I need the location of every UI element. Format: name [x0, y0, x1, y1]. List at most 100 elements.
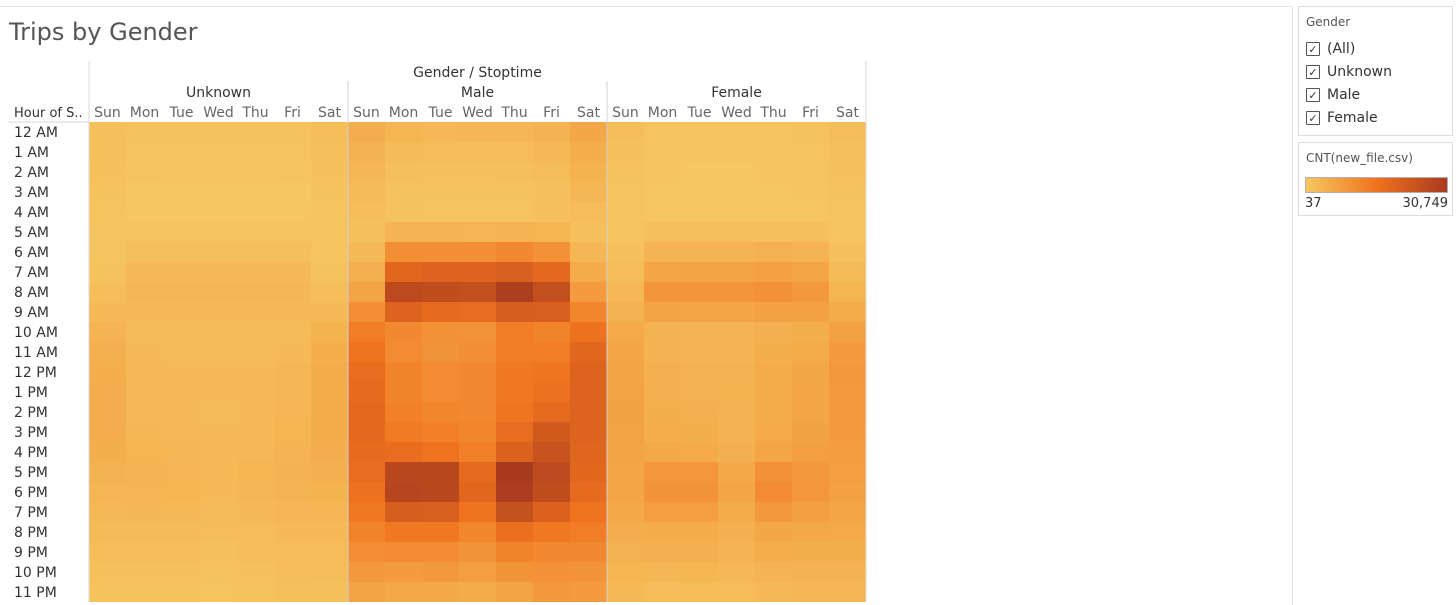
heatmap-cell — [681, 562, 718, 582]
heatmap-cell — [89, 502, 126, 522]
heatmap-cell — [274, 582, 311, 602]
heatmap-cell — [829, 422, 866, 442]
heatmap-cell — [200, 462, 237, 482]
heatmap-cell — [89, 302, 126, 322]
heatmap-cell — [755, 242, 792, 262]
heatmap-cell — [163, 222, 200, 242]
heatmap-cell — [792, 122, 829, 142]
heatmap-cell — [237, 402, 274, 422]
heatmap-cell — [718, 202, 755, 222]
heatmap-cell — [348, 502, 385, 522]
heatmap-cell — [570, 202, 607, 222]
heatmap-cell — [459, 502, 496, 522]
heatmap-cell — [755, 442, 792, 462]
checkbox-checked-icon[interactable]: ✓ — [1306, 65, 1320, 79]
heatmap-cell — [533, 582, 570, 602]
heatmap-cell — [200, 162, 237, 182]
heatmap-cell — [311, 222, 348, 242]
checkbox-checked-icon[interactable]: ✓ — [1306, 88, 1320, 102]
filter-item-male[interactable]: ✓ Male — [1306, 85, 1360, 105]
heatmap-cell — [533, 242, 570, 262]
heatmap-cell — [607, 302, 644, 322]
heatmap-cell — [200, 442, 237, 462]
heatmap-cell — [200, 542, 237, 562]
heatmap-cell — [237, 542, 274, 562]
heatmap-cell — [385, 342, 422, 362]
heatmap-cell — [459, 562, 496, 582]
hour-row-label: 9 PM — [14, 545, 48, 561]
heatmap-cell — [89, 442, 126, 462]
heatmap-cell — [644, 162, 681, 182]
heatmap-cell — [792, 482, 829, 502]
heatmap-cell — [496, 242, 533, 262]
heatmap-cell — [755, 162, 792, 182]
heatmap-cell — [459, 462, 496, 482]
heatmap-cell — [718, 442, 755, 462]
heatmap-cell — [792, 362, 829, 382]
heatmap-cell — [607, 502, 644, 522]
heatmap-cell — [348, 402, 385, 422]
heatmap-cell — [533, 522, 570, 542]
hour-row-label: 2 AM — [14, 165, 49, 181]
heatmap-cell — [792, 522, 829, 542]
heatmap-cell — [496, 322, 533, 342]
heatmap-cell — [385, 182, 422, 202]
heatmap-cell — [792, 402, 829, 422]
heatmap-cell — [644, 142, 681, 162]
heatmap-cell — [607, 142, 644, 162]
day-column-label: Sat — [577, 105, 600, 121]
heatmap-cell — [348, 342, 385, 362]
heatmap-cell — [570, 462, 607, 482]
day-column-label: Sun — [94, 105, 121, 121]
heatmap-cell — [496, 182, 533, 202]
heatmap-cell — [607, 402, 644, 422]
heatmap-cell — [459, 362, 496, 382]
heatmap-cell — [274, 342, 311, 362]
heatmap-cell — [681, 542, 718, 562]
heatmap-cell — [570, 322, 607, 342]
heatmap-cell — [533, 282, 570, 302]
heatmap-cell — [607, 562, 644, 582]
heatmap-cell — [200, 422, 237, 442]
checkbox-checked-icon[interactable]: ✓ — [1306, 111, 1320, 125]
heatmap-cell — [829, 542, 866, 562]
heatmap-cell — [348, 382, 385, 402]
hour-row-label: 3 PM — [14, 425, 48, 441]
hour-row-label: 3 AM — [14, 185, 49, 201]
heatmap-cell — [681, 442, 718, 462]
checkbox-checked-icon[interactable]: ✓ — [1306, 42, 1320, 56]
group-header-label: Female — [711, 85, 762, 101]
heatmap-cell — [89, 222, 126, 242]
heatmap-cell — [89, 282, 126, 302]
filter-item-female[interactable]: ✓ Female — [1306, 108, 1378, 128]
heatmap-cell — [163, 562, 200, 582]
heatmap-cell — [348, 442, 385, 462]
heatmap-cell — [274, 542, 311, 562]
heatmap-cell — [126, 262, 163, 282]
heatmap-cell — [385, 142, 422, 162]
heatmap-cell — [348, 122, 385, 142]
heatmap-cell — [459, 442, 496, 462]
filter-item-unknown[interactable]: ✓ Unknown — [1306, 62, 1392, 82]
filter-item-all[interactable]: ✓ (All) — [1306, 39, 1355, 59]
heatmap-cell — [607, 482, 644, 502]
heatmap-cell — [274, 162, 311, 182]
heatmap-cell — [200, 322, 237, 342]
hour-row-label: 6 PM — [14, 485, 48, 501]
heatmap-cell — [496, 202, 533, 222]
heatmap-cell — [163, 442, 200, 462]
heatmap-cell — [163, 422, 200, 442]
heatmap-cell — [348, 522, 385, 542]
day-column-label: Fri — [284, 105, 301, 121]
heatmap-cell — [755, 342, 792, 362]
hour-row-label: 11 PM — [14, 585, 57, 601]
heatmap-cell — [792, 162, 829, 182]
heatmap-cell — [496, 222, 533, 242]
heatmap-cell — [311, 342, 348, 362]
heatmap-cell — [829, 142, 866, 162]
heatmap-cell — [681, 162, 718, 182]
heatmap-cell — [644, 202, 681, 222]
heatmap-cell — [829, 202, 866, 222]
filter-item-label: Male — [1327, 87, 1361, 103]
heatmap-cell — [89, 542, 126, 562]
